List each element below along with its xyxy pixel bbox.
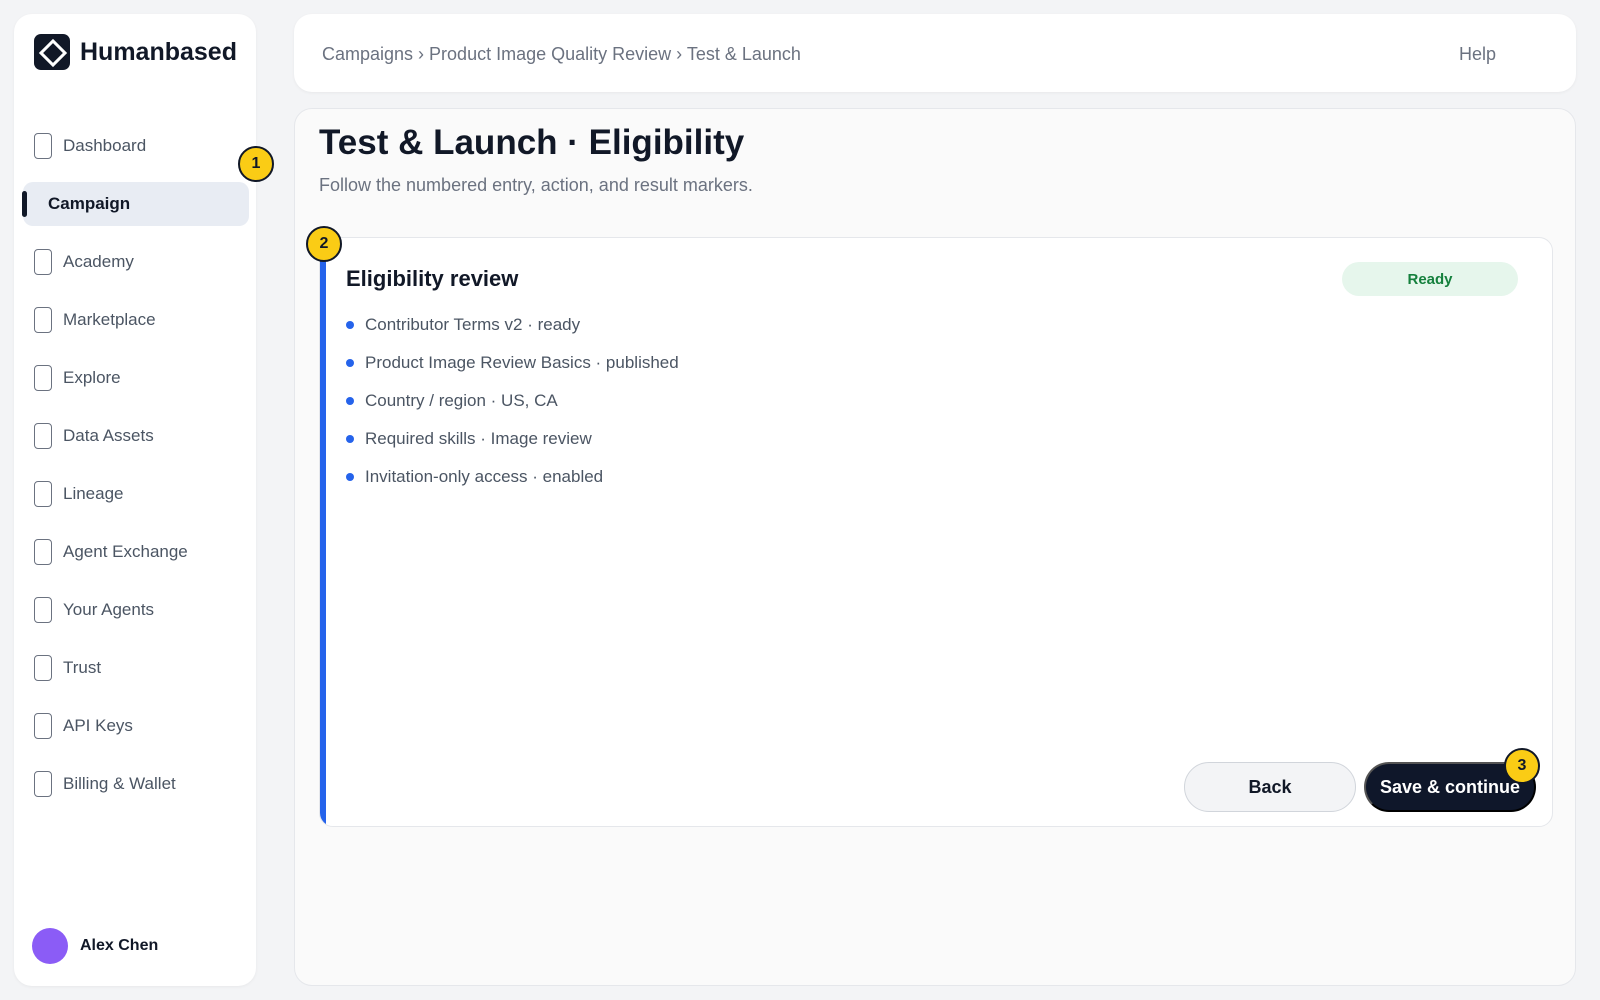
sidebar-item-lineage[interactable]: Lineage xyxy=(14,465,256,523)
sidebar-item-label: Campaign xyxy=(48,194,131,213)
list-item: Country / region · US, CA xyxy=(346,382,679,420)
sidebar-item-label: Explore xyxy=(63,368,121,387)
user-profile[interactable]: Alex Chen xyxy=(32,928,158,964)
page-icon xyxy=(34,713,52,739)
list-item: Contributor Terms v2 · ready xyxy=(346,306,679,344)
sidebar-item-label: Agent Exchange xyxy=(63,542,188,561)
status-badge: Ready xyxy=(1342,262,1518,296)
page-icon xyxy=(34,771,52,797)
page-icon xyxy=(34,133,52,159)
diamond-logo-icon xyxy=(34,34,70,70)
bullet-icon xyxy=(346,435,354,443)
sidebar-item-marketplace[interactable]: Marketplace xyxy=(14,291,256,349)
avatar xyxy=(32,928,68,964)
sidebar-item-label: Marketplace xyxy=(63,310,156,329)
sidebar-item-dashboard[interactable]: Dashboard xyxy=(14,117,256,175)
sidebar-item-billing-wallet[interactable]: Billing & Wallet xyxy=(14,755,256,813)
sidebar-item-label: API Keys xyxy=(63,716,133,735)
requirement-text: Contributor Terms v2 · ready xyxy=(365,315,581,334)
page-icon xyxy=(34,539,52,565)
requirement-text: Product Image Review Basics · published xyxy=(365,353,679,372)
sidebar-item-explore[interactable]: Explore xyxy=(14,349,256,407)
bullet-icon xyxy=(346,359,354,367)
requirement-text: Required skills · Image review xyxy=(365,429,592,448)
sidebar-item-campaign[interactable]: Campaign xyxy=(14,175,256,233)
page-icon xyxy=(34,249,52,275)
bullet-icon xyxy=(346,321,354,329)
sidebar-item-label: Dashboard xyxy=(63,136,147,155)
sidebar-item-label: Billing & Wallet xyxy=(63,774,176,793)
back-button[interactable]: Back xyxy=(1184,762,1356,812)
sidebar-item-api-keys[interactable]: API Keys xyxy=(14,697,256,755)
sidebar-item-agent-exchange[interactable]: Agent Exchange xyxy=(14,523,256,581)
page-icon xyxy=(34,655,52,681)
sidebar-item-label: Academy xyxy=(63,252,134,271)
page-subtitle: Follow the numbered entry, action, and r… xyxy=(319,175,753,195)
sidebar-item-your-agents[interactable]: Your Agents xyxy=(14,581,256,639)
card-accent-bar xyxy=(320,238,326,826)
requirement-text: Country / region · US, CA xyxy=(365,391,558,410)
page-icon xyxy=(34,481,52,507)
sidebar-nav: Dashboard Campaign Academy Marketplace E… xyxy=(14,117,256,813)
main-panel: Test & Launch · Eligibility Follow the n… xyxy=(294,108,1576,986)
bullet-icon xyxy=(346,397,354,405)
active-indicator xyxy=(22,191,27,217)
list-item: Invitation-only access · enabled xyxy=(346,458,679,496)
breadcrumb[interactable]: Campaigns › Product Image Quality Review… xyxy=(322,44,801,65)
step-marker-3: 3 xyxy=(1504,748,1540,784)
brand-name: Humanbased xyxy=(80,37,237,66)
eligibility-card: Eligibility review Ready Contributor Ter… xyxy=(319,237,1553,827)
page-icon xyxy=(34,307,52,333)
page-title: Test & Launch · Eligibility xyxy=(319,123,745,162)
top-bar: Campaigns › Product Image Quality Review… xyxy=(294,14,1576,92)
sidebar-item-data-assets[interactable]: Data Assets xyxy=(14,407,256,465)
help-link[interactable]: Help xyxy=(1459,44,1496,65)
sidebar-item-academy[interactable]: Academy xyxy=(14,233,256,291)
page-icon xyxy=(34,365,52,391)
sidebar-item-label: Lineage xyxy=(63,484,124,503)
list-item: Product Image Review Basics · published xyxy=(346,344,679,382)
requirements-list: Contributor Terms v2 · ready Product Ima… xyxy=(346,306,679,496)
bullet-icon xyxy=(346,473,354,481)
sidebar-item-label: Your Agents xyxy=(63,600,155,619)
page-icon xyxy=(34,597,52,623)
step-marker-2: 2 xyxy=(306,226,342,262)
sidebar-item-label: Data Assets xyxy=(63,426,154,445)
page-icon xyxy=(34,423,52,449)
list-item: Required skills · Image review xyxy=(346,420,679,458)
step-marker-1: 1 xyxy=(238,146,274,182)
sidebar: Humanbased Dashboard Campaign Academy Ma… xyxy=(14,14,256,986)
brand[interactable]: Humanbased xyxy=(34,34,237,70)
sidebar-item-label: Trust xyxy=(63,658,102,677)
user-name: Alex Chen xyxy=(80,937,159,954)
requirement-text: Invitation-only access · enabled xyxy=(365,467,604,486)
sidebar-item-trust[interactable]: Trust xyxy=(14,639,256,697)
card-title: Eligibility review xyxy=(346,266,519,291)
